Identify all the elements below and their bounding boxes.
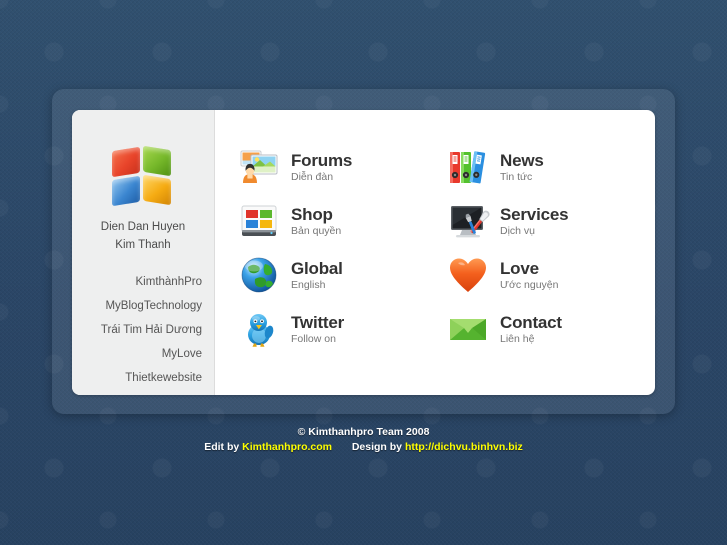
footer-design-by-label: Design by	[351, 441, 403, 453]
brand-title-line1: Dien Dan Huyen	[100, 221, 186, 233]
menu-text-contact: Contact Liên hệ	[500, 314, 562, 345]
menu-subtitle-forums: Diễn đàn	[291, 170, 334, 183]
menu-text-twitter: Twitter Follow on	[291, 314, 344, 345]
contact-envelope-icon	[446, 307, 490, 351]
menu-subtitle-contact: Liên hệ	[500, 332, 535, 345]
menu-grid: Forums Diễn đàn News Tin tức Shop Bản qu…	[237, 140, 637, 356]
news-binders-icon	[446, 145, 490, 189]
menu-title-shop: Shop	[291, 204, 333, 224]
main-card: Dien Dan Huyen Kim Thanh KimthànhPro MyB…	[72, 110, 655, 395]
services-monitor-tools-icon	[446, 199, 490, 243]
flag-pane-green	[143, 145, 171, 177]
menu-title-forums: Forums	[291, 150, 353, 170]
sidebar-link-list: KimthànhPro MyBlogTechnology Trái Tim Hả…	[72, 270, 214, 390]
menu-area: Forums Diễn đàn News Tin tức Shop Bản qu…	[215, 110, 655, 395]
menu-text-shop: Shop Bản quyền	[291, 206, 341, 237]
menu-item-forums[interactable]: Forums Diễn đàn	[237, 140, 428, 194]
menu-item-global[interactable]: Global English	[237, 248, 428, 302]
footer-design-by-link[interactable]: http://dichvu.binhvn.biz	[405, 441, 523, 453]
footer-copyright: © Kimthanhpro Team 2008	[297, 426, 430, 438]
sidebar-item-myblogtechnology[interactable]: MyBlogTechnology	[72, 294, 202, 318]
menu-text-news: News Tin tức	[500, 152, 544, 183]
menu-item-shop[interactable]: Shop Bản quyền	[237, 194, 428, 248]
menu-item-contact[interactable]: Contact Liên hệ	[446, 302, 637, 356]
global-globe-icon	[237, 253, 281, 297]
flag-pane-blue	[112, 175, 140, 207]
shop-drive-icon	[237, 199, 281, 243]
menu-title-services: Services	[500, 204, 569, 224]
footer-credits: Edit by Kimthanhpro.com Design by http:/…	[0, 439, 727, 455]
menu-item-love[interactable]: Love Ước nguyện	[446, 248, 637, 302]
menu-title-twitter: Twitter	[291, 312, 345, 332]
footer: © Kimthanhpro Team 2008 Edit by Kimthanh…	[0, 425, 727, 455]
sidebar-item-traitimhaiduong[interactable]: Trái Tim Hải Dương	[72, 318, 202, 342]
menu-subtitle-love: Ước nguyện	[500, 278, 559, 291]
menu-title-contact: Contact	[500, 312, 562, 332]
menu-title-love: Love	[500, 258, 539, 278]
menu-subtitle-twitter: Follow on	[291, 332, 336, 345]
brand-title-line2: Kim Thanh	[115, 239, 171, 251]
windows-flag-icon	[112, 145, 174, 207]
footer-edit-by-label: Edit by	[204, 441, 240, 453]
menu-title-news: News	[500, 150, 544, 170]
menu-subtitle-news: Tin tức	[500, 170, 533, 183]
menu-subtitle-services: Dịch vụ	[500, 224, 536, 237]
menu-item-services[interactable]: Services Dịch vụ	[446, 194, 637, 248]
menu-subtitle-global: English	[291, 278, 326, 291]
twitter-bird-icon	[237, 307, 281, 351]
sidebar-item-thietkewebsite[interactable]: Thietkewebsite	[72, 366, 202, 390]
menu-item-twitter[interactable]: Twitter Follow on	[237, 302, 428, 356]
love-heart-icon	[446, 253, 490, 297]
menu-subtitle-shop: Bản quyền	[291, 224, 342, 237]
menu-text-forums: Forums Diễn đàn	[291, 152, 352, 183]
sidebar: Dien Dan Huyen Kim Thanh KimthànhPro MyB…	[72, 110, 215, 395]
forums-picture-icon	[237, 145, 281, 189]
sidebar-item-kimthanhpro[interactable]: KimthànhPro	[72, 270, 202, 294]
menu-title-global: Global	[291, 258, 343, 278]
sidebar-item-mylove[interactable]: MyLove	[72, 342, 202, 366]
menu-text-love: Love Ước nguyện	[500, 260, 558, 291]
flag-pane-yellow	[143, 174, 171, 206]
menu-text-services: Services Dịch vụ	[500, 204, 569, 237]
footer-edit-by-link[interactable]: Kimthanhpro.com	[242, 441, 332, 453]
menu-text-global: Global English	[291, 260, 343, 291]
menu-item-news[interactable]: News Tin tức	[446, 140, 637, 194]
flag-pane-red	[112, 146, 140, 178]
brand-title: Dien Dan Huyen Kim Thanh	[72, 218, 214, 254]
